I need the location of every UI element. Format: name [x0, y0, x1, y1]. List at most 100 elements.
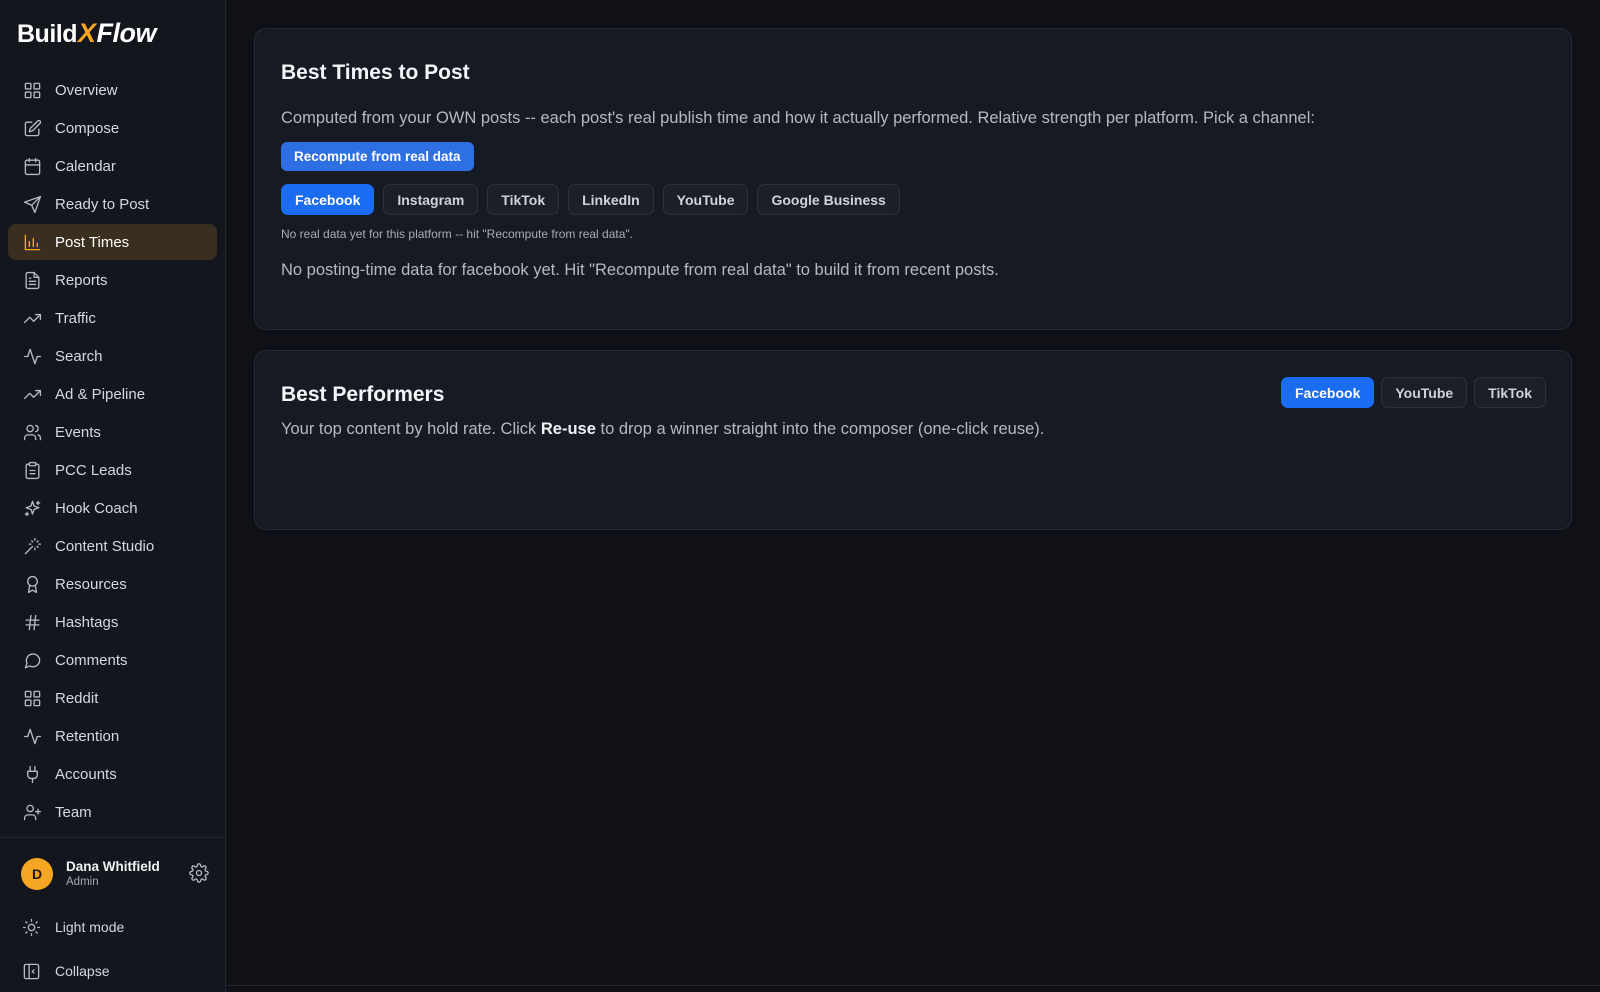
- sidebar-item-label: Content Studio: [55, 537, 155, 555]
- light-mode-toggle[interactable]: Light mode: [21, 917, 124, 937]
- brand-logo[interactable]: Build X Flow: [17, 18, 157, 52]
- sidebar-item-label: Ad & Pipeline: [55, 385, 146, 403]
- avatar: D: [21, 858, 53, 890]
- sidebar-item-label: Reddit: [55, 689, 99, 707]
- sidebar-item-pcc-leads[interactable]: PCC Leads: [8, 452, 217, 488]
- sidebar-item-hashtags[interactable]: Hashtags: [8, 604, 217, 640]
- user-text: Dana Whitfield Admin: [66, 859, 160, 889]
- hash-icon: [22, 612, 42, 632]
- sidebar-item-reddit[interactable]: Reddit: [8, 680, 217, 716]
- tab-youtube[interactable]: YouTube: [662, 184, 749, 215]
- sidebar-item-label: Accounts: [55, 765, 117, 783]
- recompute-button[interactable]: Recompute from real data: [281, 142, 474, 171]
- award-icon: [22, 574, 42, 594]
- best-performers-title: Best Performers: [281, 383, 445, 406]
- calendar-icon: [22, 156, 42, 176]
- sparkles-icon: [22, 498, 42, 518]
- platform-tabs: Facebook Instagram TikTok LinkedIn YouTu…: [281, 184, 900, 215]
- sidebar-item-team[interactable]: Team: [8, 794, 217, 830]
- pulse-icon: [22, 346, 42, 366]
- sidebar-item-label: Hashtags: [55, 613, 119, 631]
- sidebar: Build X Flow Overview Compose Calendar Rea…: [0, 0, 226, 992]
- message-icon: [22, 650, 42, 670]
- tab-linkedin[interactable]: LinkedIn: [568, 184, 654, 215]
- tab-facebook[interactable]: Facebook: [1281, 377, 1375, 408]
- bottom-divider: [226, 985, 1600, 986]
- sidebar-item-label: Hook Coach: [55, 499, 138, 517]
- sidebar-divider: [0, 837, 225, 838]
- user-plus-icon: [22, 802, 42, 822]
- sidebar-nav: Overview Compose Calendar Ready to Post …: [8, 72, 217, 832]
- panel-collapse-icon: [21, 961, 41, 981]
- collapse-button[interactable]: Collapse: [21, 961, 109, 981]
- gear-icon[interactable]: [189, 863, 211, 885]
- logo-part-x: X: [78, 18, 96, 48]
- best-performers-card: Best Performers Your top content by hold…: [254, 350, 1572, 530]
- logo-part-build: Build: [17, 20, 78, 48]
- desc-reuse-bold: Re-use: [540, 420, 596, 438]
- tab-youtube[interactable]: YouTube: [1381, 377, 1468, 408]
- send-icon: [22, 194, 42, 214]
- wand-icon: [22, 536, 42, 556]
- light-mode-label: Light mode: [55, 919, 125, 935]
- sidebar-item-label: Retention: [55, 727, 120, 745]
- sidebar-item-ad-pipeline[interactable]: Ad & Pipeline: [8, 376, 217, 412]
- best-times-card: Best Times to Post Computed from your OW…: [254, 28, 1572, 330]
- sidebar-item-resources[interactable]: Resources: [8, 566, 217, 602]
- user-name: Dana Whitfield: [66, 859, 160, 874]
- sidebar-item-label: Events: [55, 423, 101, 441]
- sidebar-item-reports[interactable]: Reports: [8, 262, 217, 298]
- best-times-description: Computed from your OWN posts -- each pos…: [281, 109, 1315, 127]
- pulse-icon: [22, 726, 42, 746]
- edit-icon: [22, 118, 42, 138]
- bar-chart-icon: [22, 232, 42, 252]
- sidebar-item-calendar[interactable]: Calendar: [8, 148, 217, 184]
- tab-google-business[interactable]: Google Business: [757, 184, 900, 215]
- user-role: Admin: [66, 876, 99, 888]
- sidebar-item-compose[interactable]: Compose: [8, 110, 217, 146]
- sidebar-item-label: Calendar: [55, 157, 116, 175]
- performer-platform-tabs: Facebook YouTube TikTok: [1281, 377, 1546, 408]
- logo-part-flow: Flow: [96, 18, 157, 48]
- tab-tiktok[interactable]: TikTok: [487, 184, 560, 215]
- sidebar-item-comments[interactable]: Comments: [8, 642, 217, 678]
- empty-state-message: No posting-time data for facebook yet. H…: [281, 261, 999, 279]
- sidebar-item-label: Compose: [55, 119, 120, 137]
- sidebar-item-post-times[interactable]: Post Times: [8, 224, 217, 260]
- sidebar-item-retention[interactable]: Retention: [8, 718, 217, 754]
- sidebar-item-traffic[interactable]: Traffic: [8, 300, 217, 336]
- sidebar-item-label: Resources: [55, 575, 127, 593]
- sidebar-item-label: Ready to Post: [55, 195, 150, 213]
- tab-instagram[interactable]: Instagram: [383, 184, 479, 215]
- trending-up-icon: [22, 308, 42, 328]
- sidebar-item-label: Comments: [55, 651, 128, 669]
- no-data-note: No real data yet for this platform -- hi…: [281, 227, 633, 241]
- sidebar-item-label: Search: [55, 347, 103, 365]
- best-performers-description: Your top content by hold rate. Click Re-…: [281, 420, 1044, 439]
- sun-icon: [21, 917, 41, 937]
- sidebar-item-label: Traffic: [55, 309, 96, 327]
- user-profile[interactable]: D Dana Whitfield Admin: [21, 857, 211, 891]
- sidebar-item-search[interactable]: Search: [8, 338, 217, 374]
- sidebar-item-content-studio[interactable]: Content Studio: [8, 528, 217, 564]
- sidebar-item-label: Team: [55, 803, 92, 821]
- sidebar-item-label: Overview: [55, 81, 118, 99]
- collapse-label: Collapse: [55, 963, 110, 979]
- clipboard-icon: [22, 460, 42, 480]
- grid-icon: [22, 80, 42, 100]
- sidebar-item-hook-coach[interactable]: Hook Coach: [8, 490, 217, 526]
- sidebar-item-ready-to-post[interactable]: Ready to Post: [8, 186, 217, 222]
- tab-tiktok[interactable]: TikTok: [1474, 377, 1546, 408]
- plug-icon: [22, 764, 42, 784]
- document-icon: [22, 270, 42, 290]
- sidebar-item-overview[interactable]: Overview: [8, 72, 217, 108]
- sidebar-item-accounts[interactable]: Accounts: [8, 756, 217, 792]
- users-icon: [22, 422, 42, 442]
- sidebar-item-events[interactable]: Events: [8, 414, 217, 450]
- tab-facebook[interactable]: Facebook: [281, 184, 375, 215]
- sidebar-item-label: PCC Leads: [55, 461, 132, 479]
- trending-up-icon: [22, 384, 42, 404]
- desc-text-after: to drop a winner straight into the compo…: [595, 420, 1045, 438]
- sidebar-item-label: Post Times: [55, 233, 130, 251]
- desc-text-before: Your top content by hold rate. Click: [281, 420, 541, 438]
